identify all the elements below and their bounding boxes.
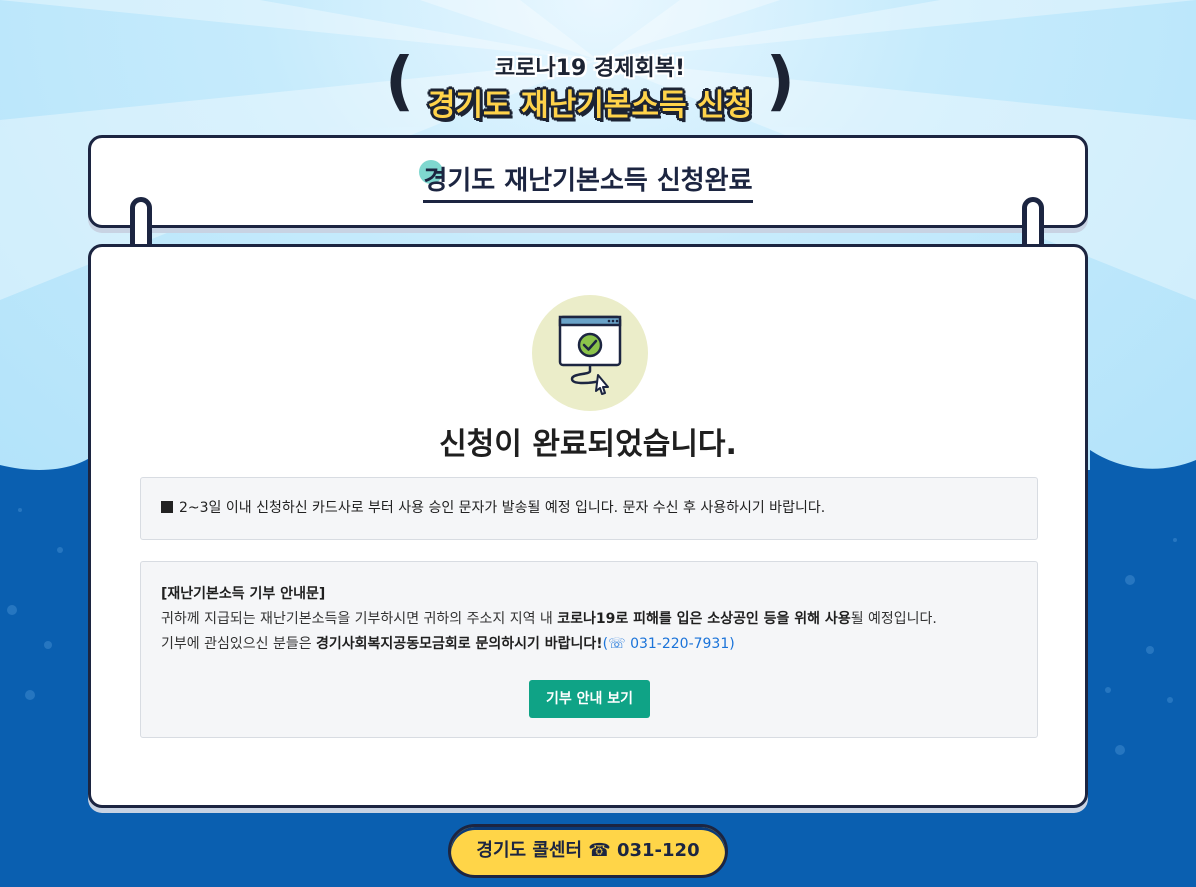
square-bullet-icon xyxy=(161,501,173,513)
notice-box: 2~3일 이내 신청하신 카드사로 부터 사용 승인 문자가 발송될 예정 입니… xyxy=(140,477,1038,540)
donation-phone-link[interactable]: (☏ 031-220-7931) xyxy=(603,636,735,652)
banner-title: 경기도 재난기본소득 신청 xyxy=(427,88,753,123)
header-card: 경기도 재난기본소득 신청완료 xyxy=(88,135,1088,228)
donation-line-1-bold: 코로나19로 피해를 입은 소상공인 등을 위해 사용 xyxy=(557,611,851,627)
main-card: 신청이 완료되었습니다. 2~3일 이내 신청하신 카드사로 부터 사용 승인 … xyxy=(88,244,1088,808)
notice-text: 2~3일 이내 신청하신 카드사로 부터 사용 승인 문자가 발송될 예정 입니… xyxy=(179,500,826,516)
call-center-badge[interactable]: 경기도 콜센터 ☎ 031-120 xyxy=(448,824,728,878)
donation-line-2-pre: 기부에 관심있으신 분들은 xyxy=(161,636,317,652)
donation-line-2: 기부에 관심있으신 분들은 경기사회복지공동모금회로 문의하시기 바랍니다!(☏… xyxy=(161,632,1017,657)
banner-subtitle: 코로나19 경제회복! xyxy=(495,56,685,81)
page-title-text: 경기도 재난기본소득 신청완료 xyxy=(423,166,753,196)
donation-line-1-post: 될 예정입니다. xyxy=(850,611,937,627)
browser-check-icon xyxy=(532,295,648,411)
donation-heading: [재난기본소득 기부 안내문] xyxy=(161,586,326,602)
donation-line-1: 귀하께 지급되는 재난기본소득을 기부하시면 귀하의 주소지 지역 내 코로나1… xyxy=(161,607,1017,632)
page-title: 경기도 재난기본소득 신청완료 xyxy=(419,160,753,203)
donation-info-button[interactable]: 기부 안내 보기 xyxy=(529,680,650,718)
donation-line-1-pre: 귀하께 지급되는 재난기본소득을 기부하시면 귀하의 주소지 지역 내 xyxy=(161,611,558,627)
completion-message: 신청이 완료되었습니다. xyxy=(439,427,737,462)
donation-line-2-bold: 경기사회복지공동모금회로 문의하시기 바랍니다! xyxy=(316,636,603,652)
title-banner: ( ) 코로나19 경제회복! 경기도 재난기본소득 신청 xyxy=(380,40,800,130)
page-title-wrap: 경기도 재난기본소득 신청완료 xyxy=(91,160,1085,203)
donation-info-box: [재난기본소득 기부 안내문] 귀하께 지급되는 재난기본소득을 기부하시면 귀… xyxy=(140,561,1038,738)
